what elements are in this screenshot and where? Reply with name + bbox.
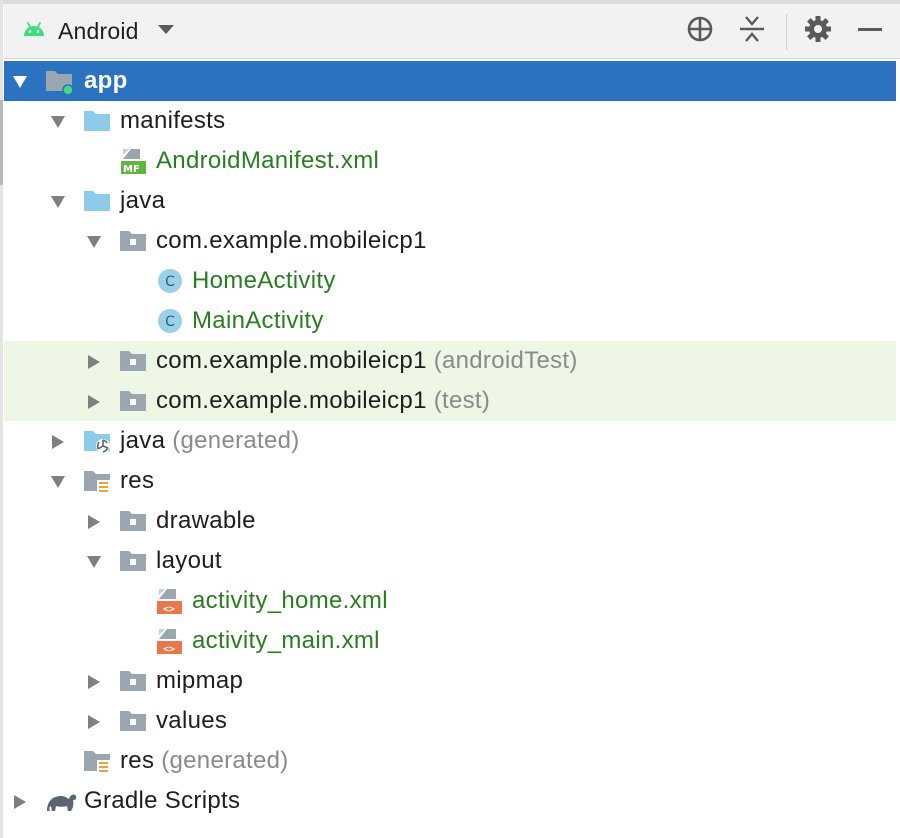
tree-node-label: HomeActivity [192, 267, 336, 294]
module-folder-icon [44, 67, 74, 96]
class-icon: C [156, 307, 186, 335]
svg-text:<>: <> [163, 604, 175, 615]
collapsed-arrow-icon[interactable] [86, 714, 102, 730]
tree-node-label: mipmap [156, 667, 244, 694]
collapsed-arrow-icon[interactable] [12, 794, 28, 810]
package-icon [118, 347, 148, 375]
tree-node-suffix: (androidTest) [433, 347, 578, 374]
tree-node-label: com.example.mobileicp1 [156, 227, 427, 254]
project-view-label: Android [58, 17, 139, 44]
tree-node-res[interactable]: res [4, 461, 896, 501]
tree-node-gradle-scripts[interactable]: Gradle Scripts [4, 781, 896, 821]
collapse-all-icon [739, 14, 765, 49]
collapsed-arrow-icon[interactable] [86, 354, 102, 370]
package-icon [118, 707, 148, 735]
layout-file-icon: <> [156, 627, 186, 655]
tree-node-label: activity_home.xml [192, 587, 388, 614]
package-icon [118, 387, 148, 415]
hide-button[interactable] [848, 4, 892, 58]
android-icon [22, 19, 46, 44]
tree-node-label: AndroidManifest.xml [156, 147, 380, 174]
tree-node-label: com.example.mobileicp1 (test) [156, 387, 491, 414]
package-icon [118, 667, 148, 695]
project-toolbar: Android [4, 4, 900, 59]
tree-node-label: layout [156, 547, 222, 574]
project-view-dropdown[interactable]: Android [22, 4, 175, 58]
locate-button[interactable] [678, 4, 722, 58]
package-icon [118, 227, 148, 255]
folder-icon [82, 187, 112, 215]
expanded-arrow-icon[interactable] [86, 234, 102, 250]
resource-folder-icon [82, 467, 112, 495]
gradle-icon [44, 787, 77, 815]
tree-node-suffix: (generated) [161, 747, 289, 774]
tree-node-label: Gradle Scripts [84, 787, 241, 814]
tree-node-package-android-test[interactable]: com.example.mobileicp1 (androidTest) [4, 341, 896, 381]
tree-node-label: activity_main.xml [192, 627, 380, 654]
expanded-arrow-icon[interactable] [50, 114, 66, 130]
locate-icon [685, 14, 715, 49]
tree-node-label: com.example.mobileicp1 (androidTest) [156, 347, 578, 374]
tree-node-res-generated[interactable]: res (generated) [4, 741, 896, 781]
minimize-icon [857, 22, 883, 40]
tree-node-package-main[interactable]: com.example.mobileicp1 [4, 221, 896, 261]
svg-text:MF: MF [123, 164, 140, 175]
tree-node-label: res [120, 467, 155, 494]
svg-text:<>: <> [163, 644, 175, 655]
layout-file-icon: <> [156, 587, 186, 615]
tree-node-label: drawable [156, 507, 256, 534]
collapsed-arrow-icon[interactable] [86, 674, 102, 690]
generated-folder-icon [82, 427, 112, 455]
tree-node-main-activity[interactable]: C MainActivity [4, 301, 896, 341]
collapsed-arrow-icon[interactable] [50, 434, 66, 450]
tree-node-drawable[interactable]: drawable [4, 501, 896, 541]
svg-text:C: C [165, 314, 175, 330]
package-icon [118, 547, 148, 575]
folder-icon [82, 107, 112, 135]
tree-node-suffix: (test) [433, 387, 491, 414]
project-tool-window: Android app manifests MF AndroidManifest… [0, 0, 900, 838]
collapsed-arrow-icon[interactable] [86, 514, 102, 530]
expanded-arrow-icon[interactable] [50, 194, 66, 210]
tree-node-label: manifests [120, 107, 226, 134]
class-icon: C [156, 267, 186, 295]
gear-icon [804, 15, 832, 48]
toolbar-separator [786, 14, 787, 50]
tree-node-layout[interactable]: layout [4, 541, 896, 581]
tree-node-java[interactable]: java [4, 181, 896, 221]
expanded-arrow-icon[interactable] [12, 74, 28, 90]
manifest-file-icon: MF [120, 147, 150, 175]
expanded-arrow-icon[interactable] [86, 554, 102, 570]
left-scroll-marker [0, 100, 3, 185]
tree-node-java-generated[interactable]: java (generated) [4, 421, 896, 461]
project-tree: app manifests MF AndroidManifest.xml jav… [4, 61, 896, 821]
svg-text:C: C [165, 274, 175, 290]
tree-node-label: res (generated) [120, 747, 289, 774]
tree-node-home-activity[interactable]: C HomeActivity [4, 261, 896, 301]
tree-node-values[interactable]: values [4, 701, 896, 741]
tree-node-app[interactable]: app [4, 61, 896, 101]
tree-node-label: java [120, 187, 166, 214]
tree-node-activity-home[interactable]: <> activity_home.xml [4, 581, 896, 621]
chevron-down-icon [157, 22, 175, 40]
tree-node-android-manifest[interactable]: MF AndroidManifest.xml [4, 141, 896, 181]
tree-node-manifests[interactable]: manifests [4, 101, 896, 141]
collapse-all-button[interactable] [730, 4, 774, 58]
settings-button[interactable] [796, 4, 840, 58]
tree-node-suffix: (generated) [172, 427, 300, 454]
tree-node-label: values [156, 707, 228, 734]
resource-folder-icon [82, 747, 112, 775]
tree-node-package-test[interactable]: com.example.mobileicp1 (test) [4, 381, 896, 421]
collapsed-arrow-icon[interactable] [86, 394, 102, 410]
tree-node-label: java (generated) [120, 427, 300, 454]
expanded-arrow-icon[interactable] [50, 474, 66, 490]
tree-node-label: app [84, 67, 128, 94]
tree-node-activity-main[interactable]: <> activity_main.xml [4, 621, 896, 661]
tree-node-mipmap[interactable]: mipmap [4, 661, 896, 701]
package-icon [118, 507, 148, 535]
tree-node-label: MainActivity [192, 307, 324, 334]
